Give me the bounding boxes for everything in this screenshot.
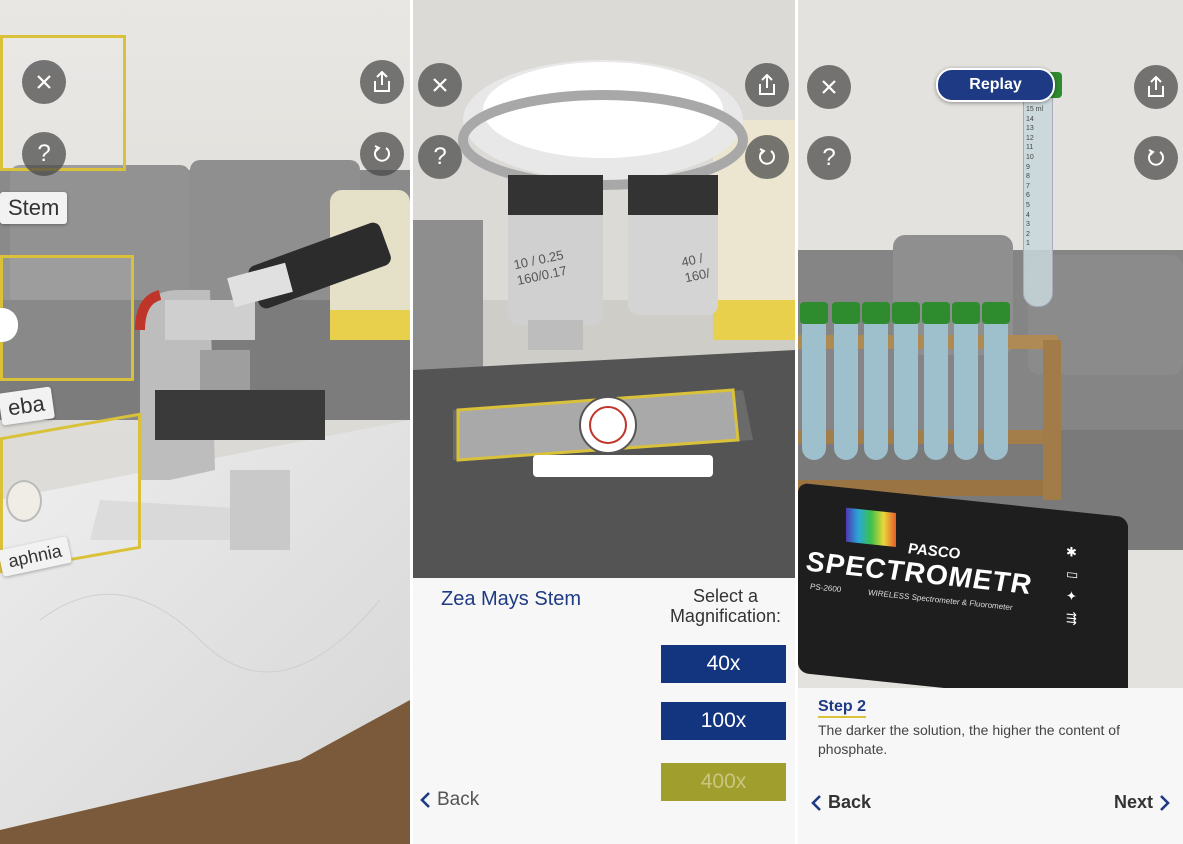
usb-icon: ⇶ [1066, 609, 1077, 626]
magnification-100x-button[interactable]: 100x [661, 702, 786, 740]
help-button[interactable]: ? [418, 135, 462, 179]
scale-mark: 6 [1026, 192, 1030, 200]
help-button[interactable]: ? [22, 132, 66, 176]
select-prompt-line2: Magnification: [669, 606, 781, 626]
reset-button[interactable] [1134, 136, 1178, 180]
scale-mark: 1 [1026, 240, 1030, 248]
ar-view-panel-1: Stem eba aphnia ? [0, 0, 410, 844]
scale-mark: 7 [1026, 182, 1030, 190]
chevron-right-icon [1160, 794, 1170, 811]
magnification-panel: Zea Mays Stem Select a Magnification: 40… [413, 578, 795, 844]
chevron-left-icon [420, 792, 430, 808]
close-icon [37, 75, 51, 89]
close-button[interactable] [807, 65, 851, 109]
share-icon [374, 71, 390, 92]
replay-button-label: Replay [969, 76, 1022, 93]
reset-icon [759, 148, 775, 165]
reset-icon [1148, 149, 1164, 166]
back-button-label: Back [437, 789, 480, 810]
scale-mark: 12 [1026, 134, 1034, 142]
magnification-400x-button[interactable]: 400x [661, 763, 786, 801]
share-icon [759, 74, 775, 95]
scale-mark: 4 [1026, 211, 1030, 219]
back-button-label: Back [828, 792, 872, 812]
help-button[interactable]: ? [807, 136, 851, 180]
share-button[interactable] [1134, 65, 1178, 109]
ar-scene-objectives [413, 0, 795, 580]
next-button-label: Next [1113, 792, 1153, 812]
scale-mark: 2 [1026, 230, 1030, 238]
close-icon [822, 80, 836, 94]
spectrum-graphic [846, 507, 896, 547]
link-icon: ✦ [1066, 587, 1077, 604]
test-tube[interactable] [924, 310, 948, 460]
step-panel: Step 2 The darker the solution, the high… [798, 688, 1183, 844]
test-tube[interactable] [802, 310, 826, 460]
back-button[interactable]: Back [419, 789, 479, 811]
device-status-icons: ✱ ▭ ✦ ⇶ [1066, 541, 1078, 630]
scale-mark: 13 [1026, 125, 1034, 133]
reset-button[interactable] [360, 132, 404, 176]
specimen-title: Zea Mays Stem [441, 588, 582, 610]
close-button[interactable] [22, 60, 66, 104]
share-button[interactable] [745, 63, 789, 107]
test-tube[interactable] [954, 310, 978, 460]
spectrometer-device[interactable]: PASCO SPECTROMETR PS-2600 WIRELESS Spect… [798, 482, 1128, 708]
tube-cap [832, 302, 860, 324]
replay-button[interactable]: Replay [936, 68, 1055, 102]
battery-icon: ▭ [1066, 565, 1079, 583]
device-model: PS-2600 [810, 581, 842, 595]
magnification-40x-button[interactable]: 40x [661, 645, 786, 683]
scale-mark: 11 [1026, 144, 1034, 152]
ar-view-panel-2: 10 / 0.25 160/0.17 40 / 160/ ? Zea Mays … [413, 0, 795, 844]
close-icon [433, 78, 447, 92]
test-tube[interactable] [894, 310, 918, 460]
graduated-tube[interactable]: 15 ml 14 13 12 11 10 9 8 7 6 5 4 3 2 1 [1023, 90, 1053, 307]
scale-mark: 5 [1026, 201, 1030, 209]
tube-cap [892, 302, 920, 324]
specimen-thumbnail-icon[interactable] [6, 480, 42, 522]
select-prompt: Select a Magnification: [670, 586, 781, 626]
tube-cap [952, 302, 980, 324]
scale-mark: 14 [1026, 115, 1034, 123]
tube-cap [800, 302, 828, 324]
tube-scale: 15 ml 14 13 12 11 10 9 8 7 6 5 4 3 2 1 [1026, 105, 1043, 249]
scale-mark: 10 [1026, 153, 1034, 161]
scale-mark: 8 [1026, 173, 1030, 181]
step-title: Step 2 [818, 698, 867, 718]
help-icon: ? [433, 143, 447, 170]
test-tube[interactable] [984, 310, 1008, 460]
back-button[interactable]: Back [810, 792, 871, 813]
specimen-label-stem[interactable]: Stem [0, 192, 68, 224]
help-icon: ? [822, 144, 836, 171]
bluetooth-icon: ✱ [1066, 543, 1077, 560]
scale-mark: 15 ml [1026, 106, 1044, 113]
test-tube[interactable] [864, 310, 888, 460]
test-tube[interactable] [834, 310, 858, 460]
share-button[interactable] [360, 60, 404, 104]
ar-view-panel-3: 15 ml 14 13 12 11 10 9 8 7 6 5 4 3 2 1 P… [798, 0, 1183, 844]
close-button[interactable] [418, 63, 462, 107]
tube-cap [862, 302, 890, 324]
scale-mark: 3 [1026, 221, 1030, 229]
chevron-left-icon [811, 794, 821, 811]
share-icon [1148, 76, 1164, 97]
tube-cap [982, 302, 1010, 324]
next-button[interactable]: Next [1114, 792, 1171, 813]
scale-mark: 9 [1026, 163, 1030, 171]
label-highlight-box [0, 255, 134, 381]
tube-cap [922, 302, 950, 324]
help-icon: ? [37, 140, 51, 167]
select-prompt-line1: Select a [692, 586, 758, 606]
reset-icon [374, 145, 390, 162]
step-text: The darker the solution, the higher the … [818, 722, 1120, 757]
reset-button[interactable] [745, 135, 789, 179]
